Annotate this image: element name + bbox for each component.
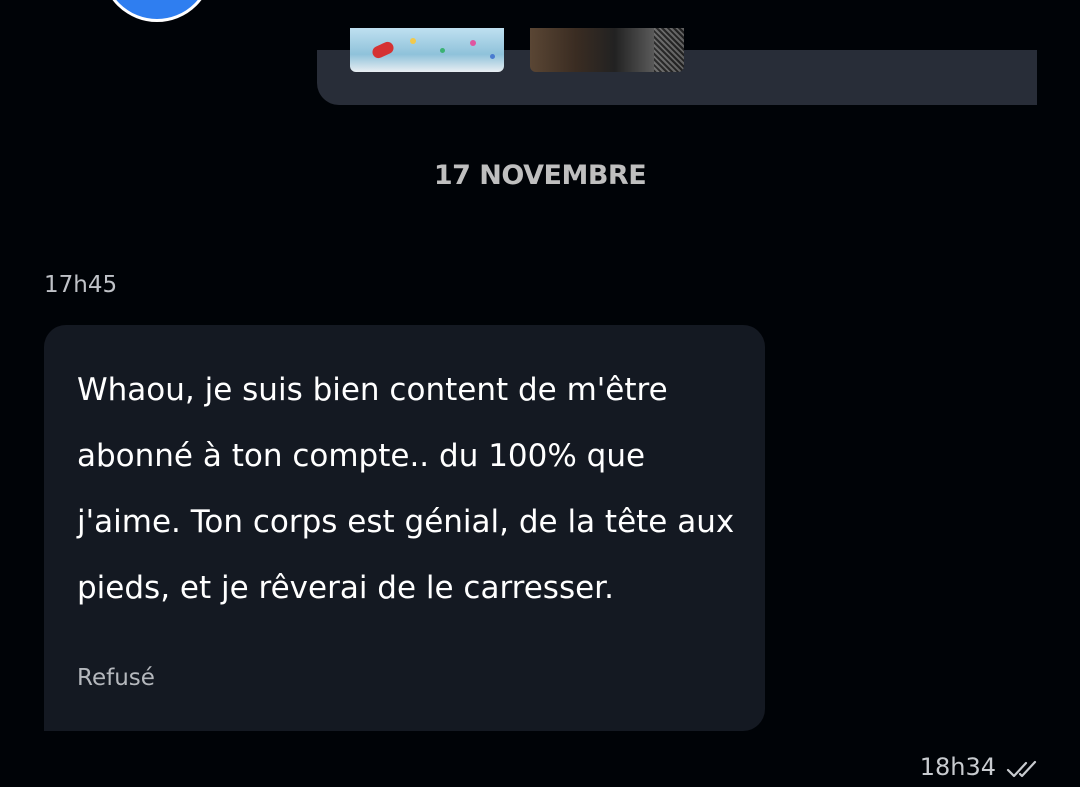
photo-attachment-thumbnail[interactable] [350, 28, 504, 72]
photo-attachment-thumbnail[interactable] [530, 28, 684, 72]
incoming-message-bubble[interactable]: Whaou, je suis bien content de m'être ab… [44, 325, 765, 731]
message-status-label: Refusé [77, 665, 155, 691]
message-text: Whaou, je suis bien content de m'être ab… [77, 372, 735, 606]
double-check-icon [1006, 760, 1037, 778]
read-receipt-time: 18h34 [919, 753, 996, 781]
avatar[interactable] [101, 0, 213, 22]
date-separator: 17 NOVEMBRE [433, 160, 647, 191]
previous-message-bubble[interactable] [317, 0, 1037, 105]
message-timestamp: 17h45 [44, 272, 118, 298]
